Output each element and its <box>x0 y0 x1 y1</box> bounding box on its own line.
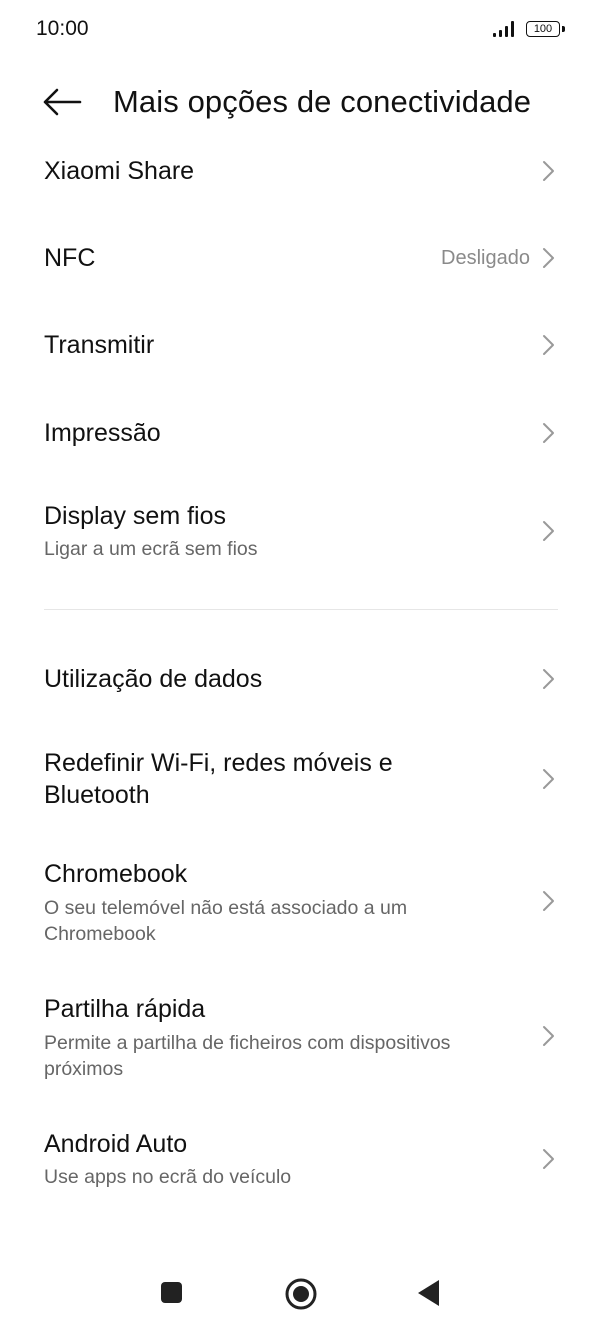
triangle-back-icon <box>418 1280 439 1306</box>
list-item-redefinir[interactable]: Redefinir Wi-Fi, redes móveis e Bluetoot… <box>0 740 602 820</box>
signal-icon <box>493 19 519 37</box>
navigation-bar <box>0 1265 602 1325</box>
item-title: Chromebook <box>44 860 188 888</box>
list-item-nfc[interactable]: NFC Desligado <box>0 227 602 289</box>
nfc-status-value: Desligado <box>441 247 530 269</box>
chevron-right-icon <box>543 248 554 268</box>
status-bar: 10:00 100 <box>0 0 602 60</box>
chevron-right-icon <box>543 669 554 689</box>
chevron-right-icon <box>543 769 554 789</box>
home-button[interactable] <box>284 1277 318 1311</box>
item-title: Impressão <box>44 419 161 447</box>
list-item-transmitir[interactable]: Transmitir <box>0 314 602 376</box>
item-title: Android Auto <box>44 1130 188 1158</box>
back-button[interactable] <box>40 84 84 120</box>
chevron-right-icon <box>543 423 554 443</box>
item-subtitle: Use apps no ecrã do veículo <box>44 1166 292 1188</box>
list-item-impressao[interactable]: Impressão <box>0 402 602 464</box>
square-icon <box>161 1282 182 1303</box>
item-subtitle: Ligar a um ecrã sem fios <box>44 538 258 560</box>
chevron-right-icon <box>543 161 554 181</box>
item-title: Utilização de dados <box>44 665 263 693</box>
chevron-right-icon <box>543 1149 554 1169</box>
list-item-chromebook[interactable]: Chromebook O seu telemóvel não está asso… <box>0 850 602 955</box>
chevron-right-icon <box>543 335 554 355</box>
status-time: 10:00 <box>36 17 89 40</box>
list-item-display-sem-fios[interactable]: Display sem fios Ligar a um ecrã sem fio… <box>0 490 602 572</box>
item-title: Transmitir <box>44 331 155 359</box>
item-title-line2: Bluetooth <box>44 781 150 809</box>
battery-level: 100 <box>533 23 553 35</box>
item-title: Display sem fios <box>44 502 226 530</box>
chevron-right-icon <box>543 521 554 541</box>
list-item-xiaomi-share[interactable]: Xiaomi Share <box>0 140 602 202</box>
list-item-partilha-rapida[interactable]: Partilha rápida Permite a partilha de fi… <box>0 985 602 1090</box>
chevron-right-icon <box>543 891 554 911</box>
circle-icon <box>285 1278 317 1310</box>
recents-button[interactable] <box>158 1278 186 1306</box>
battery-icon: 100 <box>526 21 560 37</box>
chevron-right-icon <box>543 1026 554 1046</box>
back-nav-button[interactable] <box>414 1277 444 1309</box>
item-subtitle: Permite a partilha de ficheiros com disp… <box>44 1032 451 1054</box>
page-header: Mais opções de conectividade <box>0 70 602 136</box>
item-title: Xiaomi Share <box>44 157 195 185</box>
item-title: Partilha rápida <box>44 995 206 1023</box>
page-title: Mais opções de conectividade <box>113 84 532 119</box>
item-title: NFC <box>44 244 96 272</box>
list-item-android-auto[interactable]: Android Auto Use apps no ecrã do veículo <box>0 1120 602 1200</box>
section-divider <box>44 609 558 610</box>
item-subtitle: O seu telemóvel não está associado a um <box>44 897 408 919</box>
arrow-left-icon <box>43 88 82 116</box>
item-subtitle-line2: próximos <box>44 1058 124 1080</box>
item-title: Redefinir Wi-Fi, redes móveis e <box>44 749 393 777</box>
list-item-utilizacao-de-dados[interactable]: Utilização de dados <box>0 648 602 710</box>
battery-tip <box>562 26 565 32</box>
item-subtitle-line2: Chromebook <box>44 923 156 945</box>
